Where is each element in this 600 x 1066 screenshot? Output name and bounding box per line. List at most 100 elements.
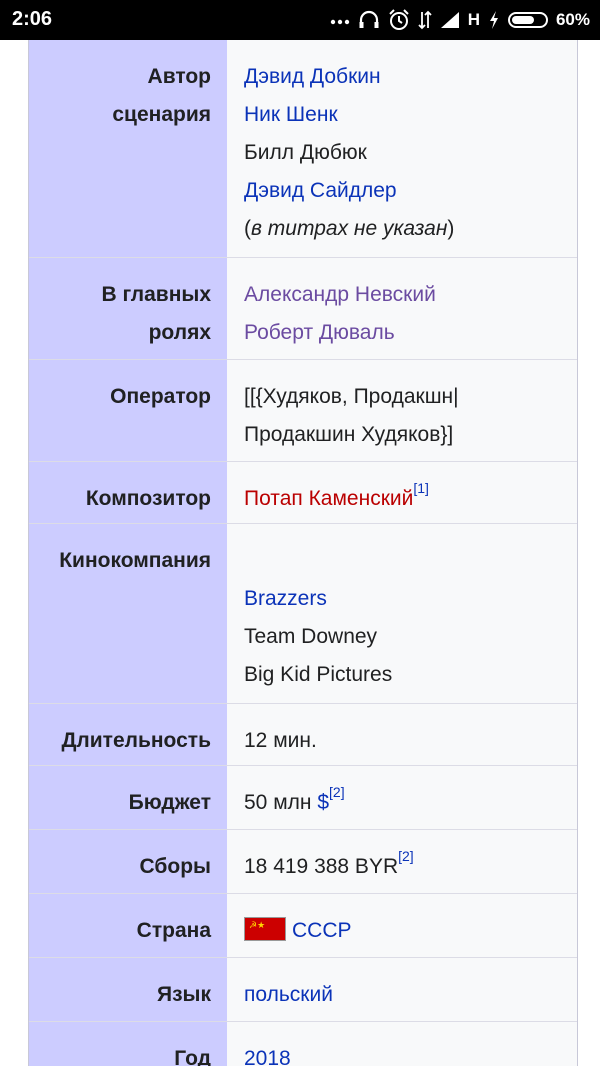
reference-link[interactable]: [2] xyxy=(398,848,414,864)
value-suffix: ) xyxy=(447,217,455,240)
value-line: Потап Каменский[1] xyxy=(244,480,567,518)
value-line: Дэвид Добкин xyxy=(244,58,567,96)
value-text: Team Downey xyxy=(244,625,378,648)
label-text: Автор xyxy=(147,65,211,88)
value-link[interactable]: Роберт Дюваль xyxy=(244,321,395,344)
infobox-label: Язык xyxy=(29,958,227,1021)
infobox-label: Бюджет xyxy=(29,766,227,829)
infobox-row: Оператор [[{Худяков, Продакшн| Продакшин Х… xyxy=(29,360,577,462)
infobox-row: Сборы 18 419 388 BYR[2] xyxy=(29,830,577,894)
infobox-label: Сборы xyxy=(29,830,227,893)
value-link[interactable]: Дэвид Добкин xyxy=(244,65,381,88)
infobox-value: [[{Худяков, Продакшн| Продакшин Худяков}] xyxy=(227,360,577,461)
infobox-label: Композитор xyxy=(29,462,227,523)
value-line: Brazzers xyxy=(244,580,567,618)
value-text: Продакшин Худяков}] xyxy=(244,423,454,446)
status-bar: 2:06 H 60% xyxy=(0,0,600,40)
value-line: Продакшин Худяков}] xyxy=(244,416,567,454)
ussr-flag-icon: ☭★ xyxy=(244,917,286,942)
infobox-label: Автор сценария xyxy=(29,40,227,257)
label-text: Страна xyxy=(136,919,211,942)
infobox-row: Страна ☭★ СССР xyxy=(29,894,577,958)
infobox-row: В главных ролях Александр Невский Роберт Дю… xyxy=(29,258,577,360)
value-link[interactable]: Дэвид Сайдлер xyxy=(244,179,397,202)
label-text: Язык xyxy=(157,983,211,1006)
value-line: Роберт Дюваль xyxy=(244,314,567,352)
label-text: Сборы xyxy=(139,855,211,878)
label-text: Кинокомпания xyxy=(59,549,211,572)
status-icons: H 60% xyxy=(330,6,590,34)
infobox-label: Год xyxy=(29,1022,227,1066)
label-text: сценария xyxy=(112,103,211,126)
infobox-value: Александр Невский Роберт Дюваль xyxy=(227,258,577,359)
value-link[interactable]: $ xyxy=(317,791,329,814)
value-link[interactable]: Brazzers xyxy=(244,587,327,610)
value-line xyxy=(244,542,567,580)
value-line: польский xyxy=(244,976,567,1014)
infobox-value: ☭★ СССР xyxy=(227,894,577,957)
value-line: 2018 xyxy=(244,1040,567,1066)
infobox-value: 2018 xyxy=(227,1022,577,1066)
value-line: Дэвид Сайдлер xyxy=(244,172,567,210)
infobox-label: Кинокомпания xyxy=(29,524,227,703)
infobox-label: Длительность xyxy=(29,704,227,765)
infobox-row: Композитор Потап Каменский[1] xyxy=(29,462,577,524)
infobox-value: Потап Каменский[1] xyxy=(227,462,577,523)
infobox-row: Длительность 12 мин. xyxy=(29,704,577,766)
value-line: 12 мин. xyxy=(244,722,567,760)
infobox-value: 50 млн $[2] xyxy=(227,766,577,829)
network-type: H xyxy=(467,10,480,29)
infobox-row: Год 2018 xyxy=(29,1022,577,1066)
label-text: В главных xyxy=(101,283,211,306)
value-link[interactable]: Александр Невский xyxy=(244,283,436,306)
value-line: (в титрах не указан) xyxy=(244,210,567,248)
value-line: ☭★ СССР xyxy=(244,912,567,950)
value-link[interactable]: Ник Шенк xyxy=(244,103,338,126)
battery-icon xyxy=(507,12,548,28)
infobox-row: Кинокомпания Brazzers Team Downey Big Kid … xyxy=(29,524,577,704)
value-link[interactable]: 2018 xyxy=(244,1047,291,1066)
infobox-row: Бюджет 50 млн $[2] xyxy=(29,766,577,830)
alarm-icon xyxy=(388,9,410,31)
film-infobox: Автор сценария Дэвид Добкин Ник Шенк Билл Дю… xyxy=(28,40,578,1066)
label-text: Оператор xyxy=(110,385,211,408)
value-text: 18 419 388 BYR xyxy=(244,855,399,878)
status-time: 2:06 xyxy=(12,8,53,30)
more-dots-icon xyxy=(330,15,350,25)
data-transfer-icon xyxy=(418,10,432,30)
infobox-row: Автор сценария Дэвид Добкин Ник Шенк Билл Дю… xyxy=(29,40,577,258)
infobox-label: В главных ролях xyxy=(29,258,227,359)
label-text: Бюджет xyxy=(128,791,211,814)
value-prefix: 50 млн xyxy=(244,791,318,814)
value-line: 50 млн $[2] xyxy=(244,784,567,822)
reference-link[interactable]: [2] xyxy=(329,784,345,800)
infobox-value: Brazzers Team Downey Big Kid Pictures xyxy=(227,524,577,703)
infobox-value: 18 419 388 BYR[2] xyxy=(227,830,577,893)
value-text: в титрах не указан xyxy=(251,217,448,240)
value-text: 12 мин. xyxy=(244,729,317,752)
value-text: [[{Худяков, Продакшн| xyxy=(244,385,459,408)
reference-link[interactable]: [1] xyxy=(413,480,429,496)
value-line: Билл Дюбюк xyxy=(244,134,567,172)
value-prefix: ( xyxy=(244,217,251,240)
charging-bolt-icon xyxy=(488,10,500,30)
value-link[interactable]: польский xyxy=(244,983,333,1006)
value-line: Ник Шенк xyxy=(244,96,567,134)
value-line: 18 419 388 BYR[2] xyxy=(244,848,567,886)
signal-icon xyxy=(440,11,460,29)
label-text: Год xyxy=(174,1047,211,1066)
infobox-row: Язык польский xyxy=(29,958,577,1022)
value-line: [[{Худяков, Продакшн| xyxy=(244,378,567,416)
value-line: Александр Невский xyxy=(244,276,567,314)
label-text: Композитор xyxy=(85,487,211,510)
value-link[interactable]: Потап Каменский xyxy=(244,487,413,510)
value-link[interactable]: СССР xyxy=(292,919,352,942)
battery-percent: 60% xyxy=(555,10,590,29)
infobox-value: Дэвид Добкин Ник Шенк Билл Дюбюк Дэвид Сайд… xyxy=(227,40,577,257)
label-text: Длительность xyxy=(61,729,211,752)
value-text: Билл Дюбюк xyxy=(244,141,367,164)
infobox-label: Оператор xyxy=(29,360,227,461)
infobox-value: 12 мин. xyxy=(227,704,577,765)
value-text: Big Kid Pictures xyxy=(244,663,393,686)
label-text: ролях xyxy=(148,321,211,344)
